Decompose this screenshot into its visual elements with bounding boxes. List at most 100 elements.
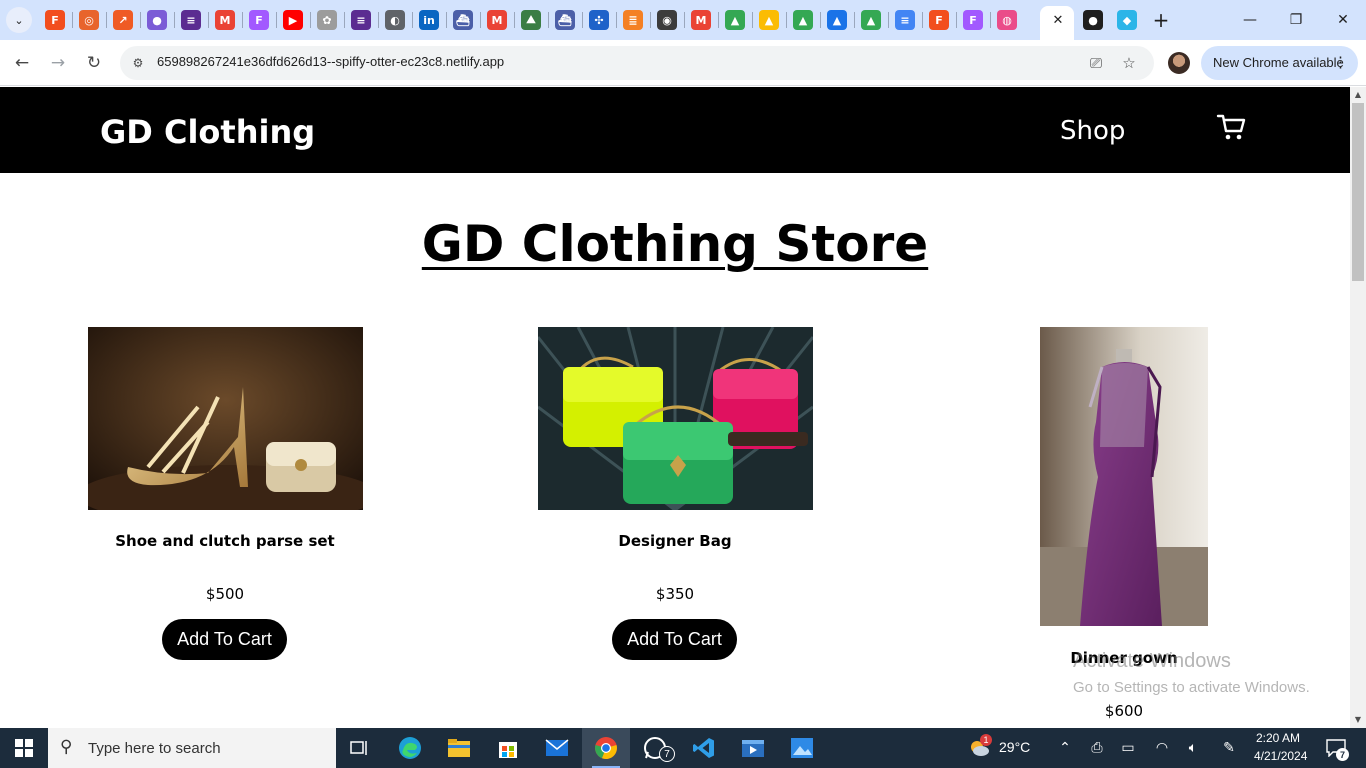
taskbar-video-app[interactable]	[729, 728, 777, 768]
tab-separator	[820, 12, 821, 28]
forward-button[interactable]: →	[46, 51, 70, 75]
tab-favicon-github-icon[interactable]: ●	[1083, 10, 1103, 30]
tab-separator	[412, 12, 413, 28]
tab-favicon-puzzle-icon[interactable]: ✣	[589, 10, 609, 30]
tab-favicon-gmail-icon[interactable]: M	[487, 10, 507, 30]
tab-favicon-figma-icon[interactable]: F	[45, 10, 65, 30]
tab-favicon-gmail-icon[interactable]: M	[691, 10, 711, 30]
profile-avatar[interactable]	[1168, 52, 1190, 74]
clock-time[interactable]: 2:20 AM	[1256, 731, 1300, 745]
start-button[interactable]	[0, 728, 48, 768]
watermark-title: Activate Windows	[1073, 650, 1231, 672]
tab-favicon-ship-icon[interactable]: ⛴	[453, 10, 473, 30]
product-price: $600	[1104, 702, 1144, 720]
taskbar-mail[interactable]	[533, 728, 581, 768]
tab-favicon-drive-icon[interactable]: ▲	[759, 10, 779, 30]
add-to-cart-button[interactable]: Add To Cart	[162, 619, 287, 660]
chrome-update-button[interactable]: New Chrome available ⋮	[1201, 46, 1358, 80]
tab-favicon-figma-icon[interactable]: F	[249, 10, 269, 30]
cart-icon[interactable]	[1216, 112, 1246, 142]
task-view-button[interactable]	[336, 728, 384, 768]
tab-favicon-mountain-icon[interactable]: ⛰	[521, 10, 541, 30]
taskbar-whatsapp[interactable]: 7	[631, 728, 679, 768]
site-info-icon[interactable]: ⚙	[128, 53, 148, 73]
reload-icon: ↻	[86, 53, 102, 73]
brand-logo[interactable]: GD Clothing	[100, 113, 315, 151]
tray-overflow-icon[interactable]: ⌃	[1055, 738, 1075, 758]
tab-favicon-postman-icon[interactable]: ↗	[113, 10, 133, 30]
tab-separator	[446, 12, 447, 28]
minimize-button[interactable]: —	[1238, 8, 1262, 32]
nav-shop-link[interactable]: Shop	[1060, 116, 1125, 146]
browser-toolbar: ← → ↻ ⚙ 659898267241e36dfd626d13--spiffy…	[0, 40, 1366, 86]
tab-close-button[interactable]: ✕	[1048, 10, 1068, 30]
scroll-down-icon[interactable]: ▼	[1353, 715, 1363, 725]
address-bar[interactable]: ⚙ 659898267241e36dfd626d13--spiffy-otter…	[120, 46, 1154, 80]
photos-icon	[791, 738, 813, 758]
tab-favicon-dribbble-like-icon[interactable]: ✿	[317, 10, 337, 30]
weather-temperature[interactable]: 29°C	[999, 739, 1030, 755]
tab-favicon-youtube-icon[interactable]: ▶	[283, 10, 303, 30]
tab-favicon-loom-icon[interactable]: ●	[147, 10, 167, 30]
taskbar-edge[interactable]	[386, 728, 434, 768]
tab-favicon-gmail-icon[interactable]: M	[215, 10, 235, 30]
taskbar-chrome[interactable]	[582, 728, 630, 768]
tab-favicon-drive-icon[interactable]: ▲	[793, 10, 813, 30]
battery-icon[interactable]: ▭	[1118, 738, 1138, 758]
scroll-thumb[interactable]	[1352, 103, 1364, 281]
arrow-left-icon: ←	[14, 53, 30, 73]
tab-separator	[990, 12, 991, 28]
install-app-icon[interactable]: ⎚	[1086, 53, 1106, 73]
close-icon: ✕	[1337, 12, 1349, 28]
tab-separator	[786, 12, 787, 28]
tab-favicon-docs-icon[interactable]: ≡	[895, 10, 915, 30]
tab-favicon-drive-icon[interactable]: ▲	[861, 10, 881, 30]
product-image-dinner-gown[interactable]	[1040, 327, 1208, 626]
restore-button[interactable]: ❐	[1284, 8, 1308, 32]
activate-windows-watermark: Activate Windows Go to Settings to activ…	[1073, 650, 1310, 696]
product-name: Designer Bag	[618, 532, 732, 550]
tab-favicon-notes-icon[interactable]: ≡	[351, 10, 371, 30]
minimize-icon: —	[1243, 12, 1257, 28]
tab-favicon-chrome-mono-icon[interactable]: ◉	[657, 10, 677, 30]
tab-favicon-cube-icon[interactable]: ◆	[1117, 10, 1137, 30]
tab-favicon-stackoverflow-icon[interactable]: ≣	[623, 10, 643, 30]
tab-favicon-drive-icon[interactable]: ▲	[725, 10, 745, 30]
tab-separator	[582, 12, 583, 28]
tab-favicon-globe-icon[interactable]: ◐	[385, 10, 405, 30]
volume-icon[interactable]: 🔈︎	[1183, 738, 1203, 758]
taskbar-file-explorer[interactable]	[435, 728, 483, 768]
product-image-designer-bag[interactable]	[537, 327, 813, 510]
tab-favicon-figma-icon[interactable]: F	[963, 10, 983, 30]
tab-favicon-linkedin-icon[interactable]: in	[419, 10, 439, 30]
taskbar-vscode[interactable]	[680, 728, 728, 768]
tab-favicon-figma-icon[interactable]: F	[929, 10, 949, 30]
taskbar-store[interactable]	[484, 728, 532, 768]
add-to-cart-button[interactable]: Add To Cart	[612, 619, 737, 660]
scroll-up-icon[interactable]: ▲	[1353, 90, 1363, 100]
tab-favicon-notes-icon[interactable]: ≡	[181, 10, 201, 30]
page-scrollbar[interactable]: ▲ ▼	[1350, 87, 1366, 728]
taskbar-photos[interactable]	[778, 728, 826, 768]
close-window-button[interactable]: ✕	[1331, 8, 1355, 32]
tab-favicon-ship-icon[interactable]: ⛴	[555, 10, 575, 30]
clock-date[interactable]: 4/21/2024	[1254, 749, 1307, 763]
product-image-shoe-clutch[interactable]	[87, 327, 363, 510]
new-tab-button[interactable]: +	[1150, 8, 1172, 32]
tab-separator	[888, 12, 889, 28]
back-button[interactable]: ←	[10, 51, 34, 75]
bookmark-star-icon[interactable]: ☆	[1119, 53, 1139, 73]
tab-separator	[72, 12, 73, 28]
more-menu-icon: ⋮	[1333, 54, 1348, 71]
tab-separator	[140, 12, 141, 28]
meet-now-icon[interactable]: ⎙	[1087, 738, 1107, 758]
reload-button[interactable]: ↻	[82, 51, 106, 75]
wifi-icon[interactable]: ◠	[1152, 738, 1172, 758]
pen-icon[interactable]: ✎	[1219, 738, 1239, 758]
tab-favicon-target-icon[interactable]: ◎	[79, 10, 99, 30]
taskbar-search-box[interactable]: ⚲ Type here to search	[48, 728, 336, 768]
tab-separator	[956, 12, 957, 28]
tab-favicon-drive-icon[interactable]: ▲	[827, 10, 847, 30]
tab-favicon-dribbble-icon[interactable]: ◍	[997, 10, 1017, 30]
tab-search-button[interactable]: ⌄	[6, 7, 32, 33]
